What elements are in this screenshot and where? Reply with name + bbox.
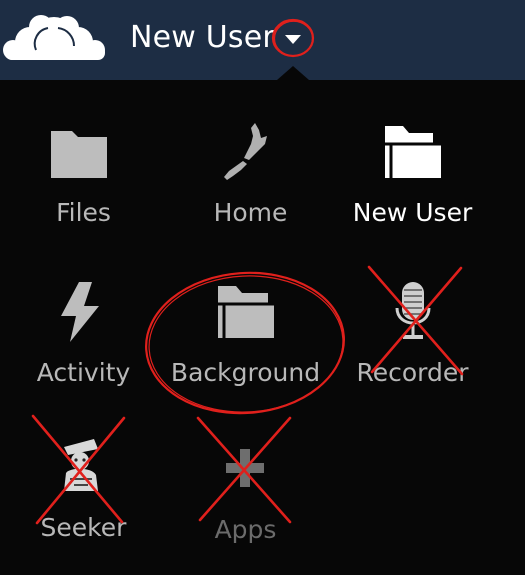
lightning-icon: [61, 282, 99, 342]
app-activity[interactable]: Activity: [0, 270, 167, 420]
plus-icon: [226, 449, 264, 487]
owncloud-logo-icon[interactable]: [0, 0, 110, 78]
caret-down-icon[interactable]: [272, 20, 318, 58]
app-apps[interactable]: Apps: [162, 425, 329, 575]
app-recorder[interactable]: Recorder: [329, 270, 496, 420]
app-home[interactable]: Home: [167, 110, 334, 260]
app-label: Files: [56, 198, 111, 227]
microphone-icon: [395, 282, 431, 339]
app-label: Apps: [214, 515, 277, 544]
app-label: Background: [170, 358, 321, 387]
folder-icon: [218, 286, 274, 338]
user-menu-caret[interactable]: [272, 20, 318, 58]
app-new-user[interactable]: New User: [329, 110, 496, 260]
new-zealand-map-icon: [224, 123, 267, 180]
app-label: Activity: [36, 358, 131, 387]
app-label: New User: [352, 198, 473, 227]
user-menu-name[interactable]: New User: [130, 19, 275, 57]
folder-icon: [51, 131, 107, 178]
apps-menu: Files Home New User Activity Background …: [0, 80, 525, 573]
folder-icon: [385, 126, 441, 178]
header-bar: New User: [0, 0, 525, 80]
app-label: Home: [213, 198, 288, 227]
menu-pointer-arrow: [277, 66, 309, 80]
app-background[interactable]: Background: [162, 270, 329, 420]
app-label: Seeker: [40, 513, 127, 542]
seeker-icon: [64, 439, 98, 491]
app-seeker[interactable]: Seeker: [0, 425, 167, 575]
app-files[interactable]: Files: [0, 110, 167, 260]
app-label: Recorder: [356, 358, 469, 387]
